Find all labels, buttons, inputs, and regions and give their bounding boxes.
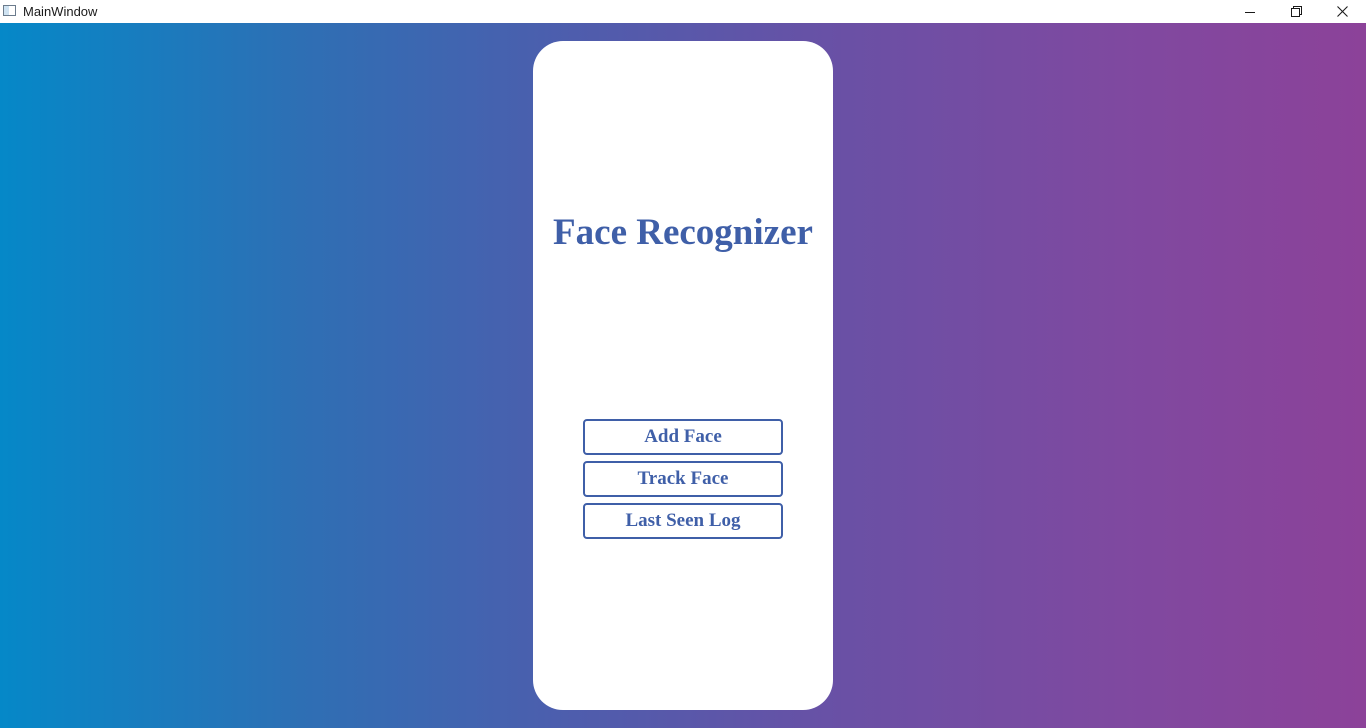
minimize-icon — [1245, 11, 1255, 13]
close-icon — [1336, 6, 1348, 17]
main-window: MainWindow Face Recognizer Add Face Trac… — [0, 0, 1366, 728]
restore-button[interactable] — [1273, 0, 1319, 23]
close-button[interactable] — [1319, 0, 1365, 23]
restore-icon — [1290, 6, 1302, 17]
track-face-button[interactable]: Track Face — [583, 461, 783, 497]
add-face-button[interactable]: Add Face — [583, 419, 783, 455]
minimize-button[interactable] — [1227, 0, 1273, 23]
app-title: Face Recognizer — [553, 212, 813, 253]
gradient-background: Face Recognizer Add Face Track Face Last… — [0, 23, 1366, 728]
last-seen-log-button[interactable]: Last Seen Log — [583, 503, 783, 539]
window-title: MainWindow — [23, 4, 98, 19]
title-bar[interactable]: MainWindow — [0, 0, 1366, 23]
main-card: Face Recognizer Add Face Track Face Last… — [533, 41, 833, 710]
app-window-icon — [3, 5, 16, 16]
